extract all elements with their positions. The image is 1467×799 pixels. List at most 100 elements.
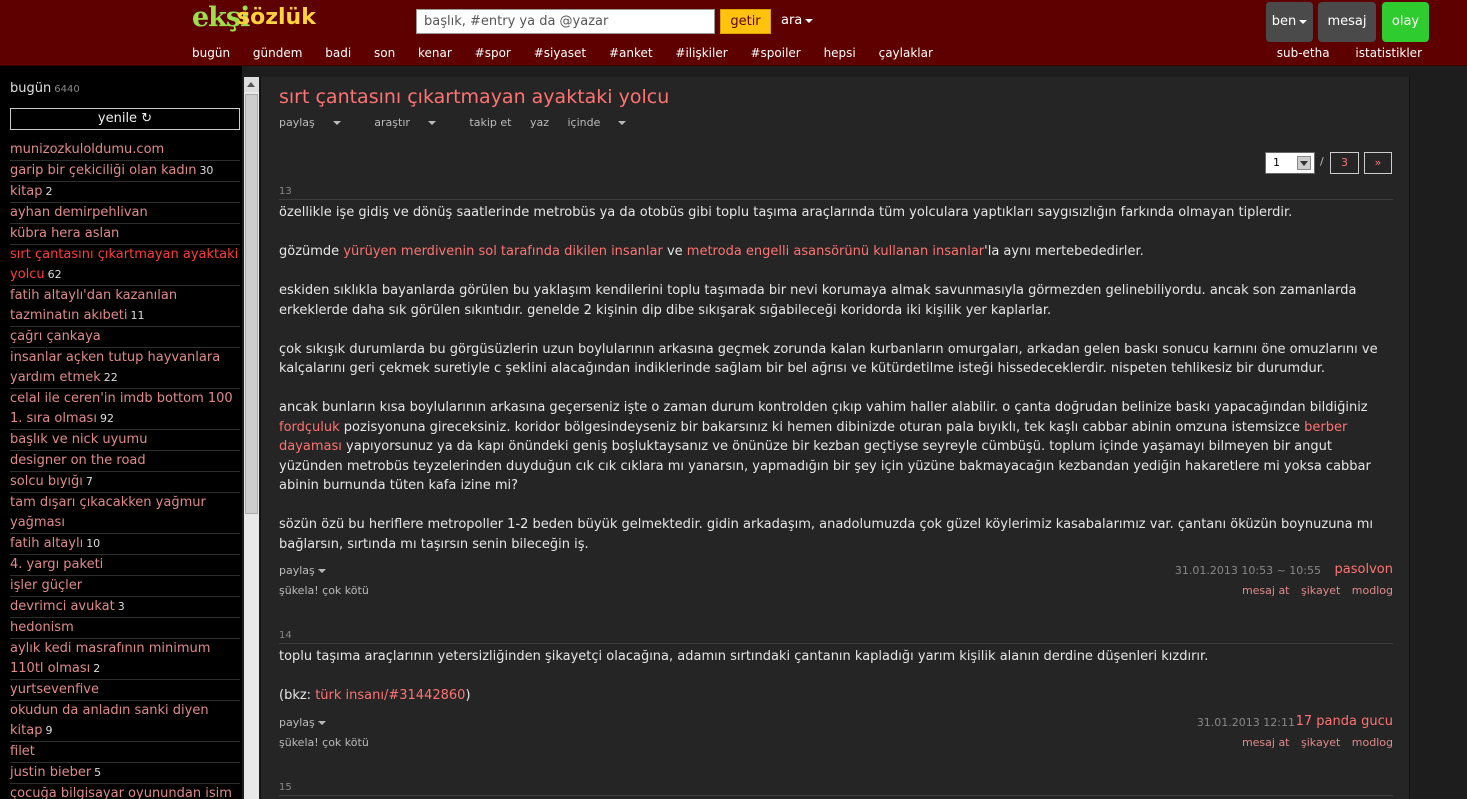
follow-link[interactable]: takip et	[469, 116, 511, 129]
sidebar-topic[interactable]: devrimci avukat 3	[10, 597, 240, 618]
scroll-up-arrow-icon[interactable]	[244, 77, 259, 92]
sidebar-topic[interactable]: başlık ve nick uyumu	[10, 430, 240, 451]
nav-item-badi[interactable]: badi	[325, 46, 351, 60]
sidebar-topic[interactable]: ayhan demirpehlivan	[10, 203, 240, 224]
sidebar-topic[interactable]: solcu bıyığı 7	[10, 472, 240, 493]
modlog-link[interactable]: modlog	[1352, 584, 1393, 597]
entry-link[interactable]: fordçuluk	[279, 420, 340, 435]
last-page-button[interactable]: 3	[1330, 152, 1359, 174]
sidebar-topic[interactable]: çağrı çankaya	[10, 327, 240, 348]
nav-item-son[interactable]: son	[374, 46, 395, 60]
site-logo[interactable]: ekşi sözlük	[192, 2, 322, 36]
sidebar-topic[interactable]: işler güçler	[10, 576, 240, 597]
search-input[interactable]	[416, 9, 715, 34]
sidebar-topic[interactable]: 4. yargı paketi	[10, 555, 240, 576]
entry-footer: paylaş şükela! çok kötü 31.01.2013 10:53…	[279, 562, 1393, 602]
sidebar-topic-label: sırt çantasını çıkartmayan ayaktaki yolc…	[10, 247, 239, 282]
scroll-thumb[interactable]	[245, 94, 258, 514]
nav-item-spor[interactable]: #spor	[475, 46, 511, 60]
next-page-button[interactable]: »	[1364, 152, 1392, 174]
entry-share-label: paylaş	[279, 564, 315, 577]
nav-item-spoiler[interactable]: #spoiler	[750, 46, 800, 60]
sidebar-scrollbar[interactable]	[244, 77, 259, 799]
modlog-link[interactable]: modlog	[1352, 736, 1393, 749]
sidebar-topic[interactable]: insanlar açken tutup hayvanlara yardım e…	[10, 348, 240, 389]
sidebar-topic[interactable]: hedonism	[10, 618, 240, 639]
nav-item-iliskiler[interactable]: #ilişkiler	[675, 46, 727, 60]
report-link[interactable]: şikayet	[1301, 736, 1340, 749]
entry-rating[interactable]: şükela! çok kötü	[279, 736, 369, 749]
entry-link[interactable]: metroda engelli asansörünü kullanan insa…	[687, 244, 984, 259]
sidebar-topic[interactable]: fatih altaylı 10	[10, 534, 240, 555]
search-options-dropdown[interactable]: ara	[781, 13, 814, 28]
entry-actions: mesaj at şikayet modlog	[1234, 584, 1393, 597]
sidebar-topic[interactable]: fatih altaylı'dan kazanılan tazminatın a…	[10, 286, 240, 327]
share-menu[interactable]: paylaş	[279, 116, 356, 129]
entry-text: 'la aynı mertebededirler.	[984, 244, 1144, 259]
nav-item-kenar[interactable]: kenar	[418, 46, 452, 60]
chevron-down-icon	[1299, 19, 1308, 24]
sidebar-topic[interactable]: kübra hera aslan	[10, 224, 240, 245]
sidebar-topic[interactable]: sırt çantasını çıkartmayan ayaktaki yolc…	[10, 245, 240, 286]
nav-item-hepsi[interactable]: hepsi	[824, 46, 856, 60]
entry-date[interactable]: 31.01.2013 10:53 ~ 10:55	[1175, 564, 1321, 577]
entry-rating[interactable]: şükela! çok kötü	[279, 584, 369, 597]
send-message-link[interactable]: mesaj at	[1242, 584, 1290, 597]
sidebar-topic[interactable]: celal ile ceren'in imdb bottom 100 1. sı…	[10, 389, 240, 430]
entry: 14 toplu taşıma araçlarının yetersizliği…	[279, 630, 1393, 754]
entry-share-menu[interactable]: paylaş	[279, 564, 326, 577]
messages-button[interactable]: mesaj	[1318, 2, 1376, 42]
sidebar-topic[interactable]: munizozkuloldumu.com	[10, 140, 240, 161]
page-select[interactable]: 1	[1265, 152, 1315, 174]
sidebar-topic[interactable]: designer on the road	[10, 451, 240, 472]
nav-item-bugun[interactable]: bugün	[192, 46, 230, 60]
sidebar-topic-label: yurtsevenfive	[10, 682, 99, 697]
entry-date[interactable]: 31.01.2013 12:11	[1197, 716, 1295, 729]
entry-author[interactable]: pasolvon	[1335, 562, 1393, 577]
sidebar-topic[interactable]: tam dışarı çıkacakken yağmur yağması	[10, 493, 240, 534]
entry-text: gözümde	[279, 244, 344, 259]
entry-link[interactable]: yürüyen merdivenin sol tarafında dikilen…	[343, 244, 663, 259]
entry-author[interactable]: 17 panda gucu	[1296, 714, 1393, 729]
sidebar-topic-label: solcu bıyığı	[10, 474, 83, 489]
entry-text: (bkz:	[279, 688, 316, 703]
search-button[interactable]: getir	[720, 9, 771, 34]
nav-item-caylaklar[interactable]: çaylaklar	[879, 46, 933, 60]
entry-number[interactable]: 13	[279, 186, 1393, 200]
sidebar-topic[interactable]: yurtsevenfive	[10, 680, 240, 701]
events-button[interactable]: olay	[1382, 2, 1429, 42]
entry-link[interactable]: türk insanı/#31442860	[315, 688, 465, 703]
refresh-button[interactable]: yenile ↻	[10, 108, 240, 130]
search-in-topic-menu[interactable]: içinde	[567, 116, 641, 129]
sidebar-topic-label: okudun da anladın sanki diyen kitap	[10, 703, 209, 738]
report-link[interactable]: şikayet	[1301, 584, 1340, 597]
research-menu[interactable]: araştır	[374, 116, 451, 129]
sidebar-topic[interactable]: okudun da anladın sanki diyen kitap 9	[10, 701, 240, 742]
share-menu-label: paylaş	[279, 116, 315, 129]
page-title[interactable]: sırt çantasını çıkartmayan ayaktaki yolc…	[279, 86, 669, 108]
write-link[interactable]: yaz	[530, 116, 549, 129]
profile-button[interactable]: ben	[1266, 2, 1313, 42]
entry-number[interactable]: 14	[279, 630, 1393, 644]
sidebar-topic[interactable]: çocuğa bilgisayar oyunundan isim koymak3…	[10, 784, 240, 799]
chevron-down-icon	[1297, 156, 1311, 170]
entry-text: ancak bunların kısa boylularının arkasın…	[279, 400, 1368, 415]
sidebar-topic-count: 92	[99, 412, 114, 425]
sidebar-topic-label: fatih altaylı	[10, 536, 84, 551]
entry-share-menu[interactable]: paylaş	[279, 716, 326, 729]
nav-item-sub-etha[interactable]: sub-etha	[1277, 46, 1330, 60]
sidebar-topic[interactable]: aylık kedi masrafının minimum 110tl olma…	[10, 639, 240, 680]
entry-number[interactable]: 15	[279, 782, 1393, 796]
logo-text-2: sözlük	[237, 5, 316, 30]
nav-item-istatistikler[interactable]: istatistikler	[1355, 46, 1422, 60]
sidebar-title[interactable]: bugün	[10, 81, 51, 96]
send-message-link[interactable]: mesaj at	[1242, 736, 1290, 749]
sidebar-topic[interactable]: justin bieber 5	[10, 763, 240, 784]
entry-paragraph: sözün özü bu heriflere metropoller 1-2 b…	[279, 517, 1374, 552]
sidebar-topic[interactable]: filet	[10, 742, 240, 763]
sidebar-topic[interactable]: garip bir çekiciliği olan kadın 30	[10, 161, 240, 182]
nav-item-siyaset[interactable]: #siyaset	[534, 46, 586, 60]
sidebar-topic[interactable]: kitap 2	[10, 182, 240, 203]
nav-item-anket[interactable]: #anket	[609, 46, 653, 60]
nav-item-gundem[interactable]: gündem	[253, 46, 303, 60]
